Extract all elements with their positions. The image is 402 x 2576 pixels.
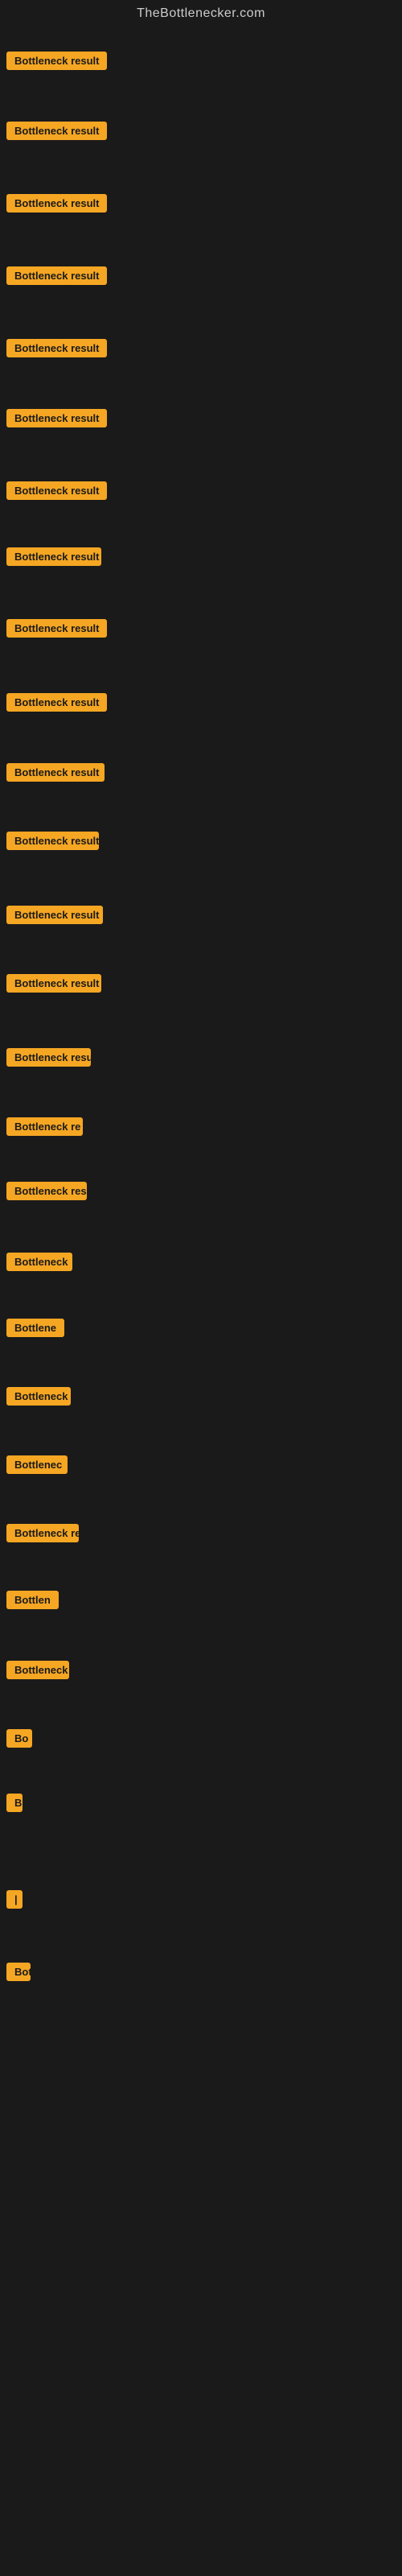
badge-row-5: Bottleneck result bbox=[6, 339, 107, 361]
bottleneck-badge-18[interactable]: Bottleneck bbox=[6, 1253, 72, 1271]
badge-row-4: Bottleneck result bbox=[6, 266, 107, 289]
bottleneck-badge-19[interactable]: Bottlene bbox=[6, 1319, 64, 1337]
badge-row-9: Bottleneck result bbox=[6, 619, 107, 642]
bottleneck-badge-3[interactable]: Bottleneck result bbox=[6, 194, 107, 213]
badge-row-23: Bottlen bbox=[6, 1591, 59, 1613]
bottleneck-badge-28[interactable]: Bot bbox=[6, 1963, 31, 1981]
badge-row-11: Bottleneck result bbox=[6, 763, 105, 786]
badge-row-26: B bbox=[6, 1794, 23, 1816]
bottleneck-badge-17[interactable]: Bottleneck resul bbox=[6, 1182, 87, 1200]
badge-row-19: Bottlene bbox=[6, 1319, 64, 1341]
bottleneck-badge-15[interactable]: Bottleneck result bbox=[6, 1048, 91, 1067]
badge-row-20: Bottleneck bbox=[6, 1387, 71, 1410]
bottleneck-badge-2[interactable]: Bottleneck result bbox=[6, 122, 107, 140]
bottleneck-badge-13[interactable]: Bottleneck result bbox=[6, 906, 103, 924]
bottleneck-badge-6[interactable]: Bottleneck result bbox=[6, 409, 107, 427]
bottleneck-badge-26[interactable]: B bbox=[6, 1794, 23, 1812]
badge-row-12: Bottleneck result bbox=[6, 832, 99, 854]
site-title-container: TheBottlenecker.com bbox=[0, 0, 402, 31]
bottleneck-badge-8[interactable]: Bottleneck result bbox=[6, 547, 101, 566]
badge-row-10: Bottleneck result bbox=[6, 693, 107, 716]
badge-row-1: Bottleneck result bbox=[6, 52, 107, 74]
badge-row-15: Bottleneck result bbox=[6, 1048, 91, 1071]
badge-row-8: Bottleneck result bbox=[6, 547, 101, 570]
bottleneck-badge-25[interactable]: Bo bbox=[6, 1729, 32, 1748]
bottleneck-badge-22[interactable]: Bottleneck re bbox=[6, 1524, 79, 1542]
bottleneck-badge-9[interactable]: Bottleneck result bbox=[6, 619, 107, 638]
bottleneck-badge-4[interactable]: Bottleneck result bbox=[6, 266, 107, 285]
site-title: TheBottlenecker.com bbox=[0, 0, 402, 31]
badge-row-22: Bottleneck re bbox=[6, 1524, 79, 1546]
badge-row-24: Bottleneck bbox=[6, 1661, 69, 1683]
bottleneck-badge-10[interactable]: Bottleneck result bbox=[6, 693, 107, 712]
badge-row-7: Bottleneck result bbox=[6, 481, 107, 504]
badge-row-28: Bot bbox=[6, 1963, 31, 1985]
badges-container: Bottleneck result Bottleneck result Bottle… bbox=[0, 31, 402, 2566]
badge-row-25: Bo bbox=[6, 1729, 32, 1752]
bottleneck-badge-24[interactable]: Bottleneck bbox=[6, 1661, 69, 1679]
bottleneck-badge-16[interactable]: Bottleneck re bbox=[6, 1117, 83, 1136]
bottleneck-badge-27[interactable]: | bbox=[6, 1890, 23, 1909]
badge-row-27: | bbox=[6, 1890, 23, 1913]
bottleneck-badge-21[interactable]: Bottlenec bbox=[6, 1455, 68, 1474]
bottleneck-badge-1[interactable]: Bottleneck result bbox=[6, 52, 107, 70]
badge-row-6: Bottleneck result bbox=[6, 409, 107, 431]
bottleneck-badge-14[interactable]: Bottleneck result bbox=[6, 974, 101, 993]
badge-row-13: Bottleneck result bbox=[6, 906, 103, 928]
bottleneck-badge-5[interactable]: Bottleneck result bbox=[6, 339, 107, 357]
badge-row-17: Bottleneck resul bbox=[6, 1182, 87, 1204]
bottleneck-badge-7[interactable]: Bottleneck result bbox=[6, 481, 107, 500]
badge-row-21: Bottlenec bbox=[6, 1455, 68, 1478]
badge-row-3: Bottleneck result bbox=[6, 194, 107, 217]
bottleneck-badge-20[interactable]: Bottleneck bbox=[6, 1387, 71, 1406]
badge-row-18: Bottleneck bbox=[6, 1253, 72, 1275]
bottleneck-badge-23[interactable]: Bottlen bbox=[6, 1591, 59, 1609]
bottleneck-badge-12[interactable]: Bottleneck result bbox=[6, 832, 99, 850]
badge-row-2: Bottleneck result bbox=[6, 122, 107, 144]
badge-row-16: Bottleneck re bbox=[6, 1117, 83, 1140]
badge-row-14: Bottleneck result bbox=[6, 974, 101, 997]
bottleneck-badge-11[interactable]: Bottleneck result bbox=[6, 763, 105, 782]
